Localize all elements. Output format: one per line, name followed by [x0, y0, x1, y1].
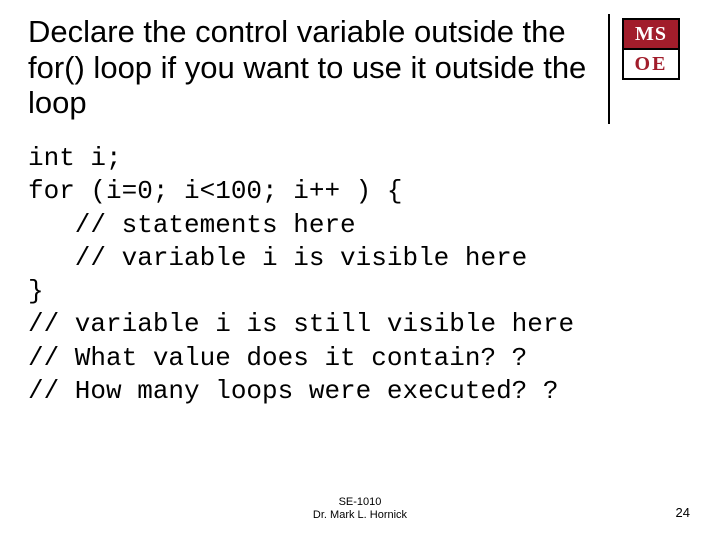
footer-course: SE-1010 [339, 496, 382, 508]
code-line-8: // How many loops were executed? ? [28, 376, 559, 406]
code-line-1: int i; [28, 143, 122, 173]
code-line-5: } [28, 276, 44, 306]
code-line-2: for (i=0; i<100; i++ ) { [28, 176, 402, 206]
slide: Declare the control variable outside the… [0, 0, 720, 540]
code-line-6: // variable i is still visible here [28, 309, 574, 339]
msoe-logo-icon: MS OE [622, 18, 680, 80]
code-line-3: // statements here [28, 210, 356, 240]
code-block: int i; for (i=0; i<100; i++ ) { // state… [28, 142, 692, 408]
logo-bottom-text: OE [622, 49, 680, 80]
slide-title: Declare the control variable outside the… [28, 14, 610, 124]
code-line-4: // variable i is visible here [28, 243, 527, 273]
logo-top-text: MS [622, 18, 680, 49]
logo: MS OE [610, 14, 692, 80]
page-number: 24 [676, 505, 690, 520]
title-row: Declare the control variable outside the… [28, 14, 692, 124]
footer: SE-1010 Dr. Mark L. Hornick [0, 496, 720, 522]
code-line-7: // What value does it contain? ? [28, 343, 527, 373]
footer-author: Dr. Mark L. Hornick [0, 509, 720, 522]
title-text: Declare the control variable outside the… [28, 14, 598, 121]
